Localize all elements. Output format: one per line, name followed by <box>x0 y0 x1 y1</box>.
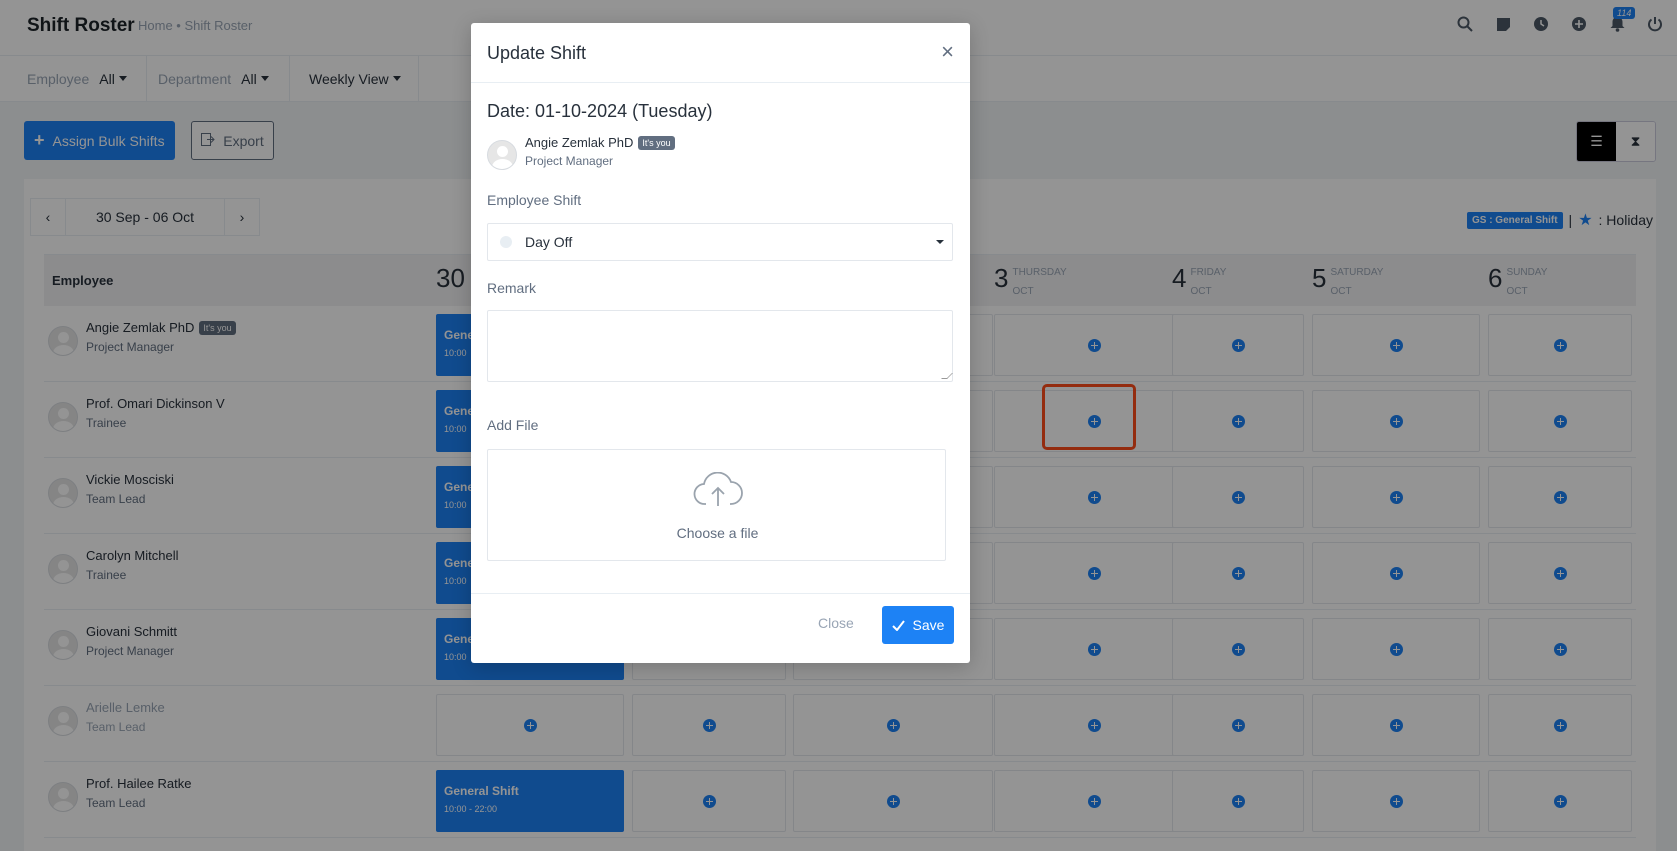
save-button[interactable]: Save <box>882 606 954 644</box>
employee-role: Project Manager <box>525 154 614 168</box>
check-icon <box>891 619 905 631</box>
update-shift-modal: Update Shift × Date: 01-10-2024 (Tuesday… <box>471 23 970 663</box>
avatar <box>487 140 517 170</box>
save-label: Save <box>912 617 945 633</box>
its-you-badge: It's you <box>638 136 675 150</box>
close-button[interactable]: Close <box>818 615 854 631</box>
employee-shift-label: Employee Shift <box>487 192 582 208</box>
employee-shift-value: Day Off <box>525 234 573 250</box>
cloud-upload-icon <box>693 472 743 506</box>
remark-textarea[interactable] <box>487 310 953 382</box>
resize-handle-icon[interactable] <box>941 373 953 379</box>
remark-label: Remark <box>487 280 537 296</box>
shift-date: Date: 01-10-2024 (Tuesday) <box>487 101 713 121</box>
modal-title: Update Shift <box>487 43 587 63</box>
employee-name-text: Angie Zemlak PhD <box>525 135 634 150</box>
modal-footer: Close Save <box>471 593 970 663</box>
file-dropzone[interactable]: Choose a file <box>487 449 946 561</box>
chevron-down-icon <box>936 240 944 244</box>
choose-file-text: Choose a file <box>676 525 759 541</box>
modal-header: Update Shift × <box>471 23 970 83</box>
shift-color-dot <box>500 236 512 248</box>
add-file-label: Add File <box>487 417 539 433</box>
employee-shift-select[interactable]: Day Off <box>487 223 953 261</box>
employee-name: Angie Zemlak PhD It's you <box>525 135 675 150</box>
close-icon[interactable]: × <box>941 41 954 63</box>
